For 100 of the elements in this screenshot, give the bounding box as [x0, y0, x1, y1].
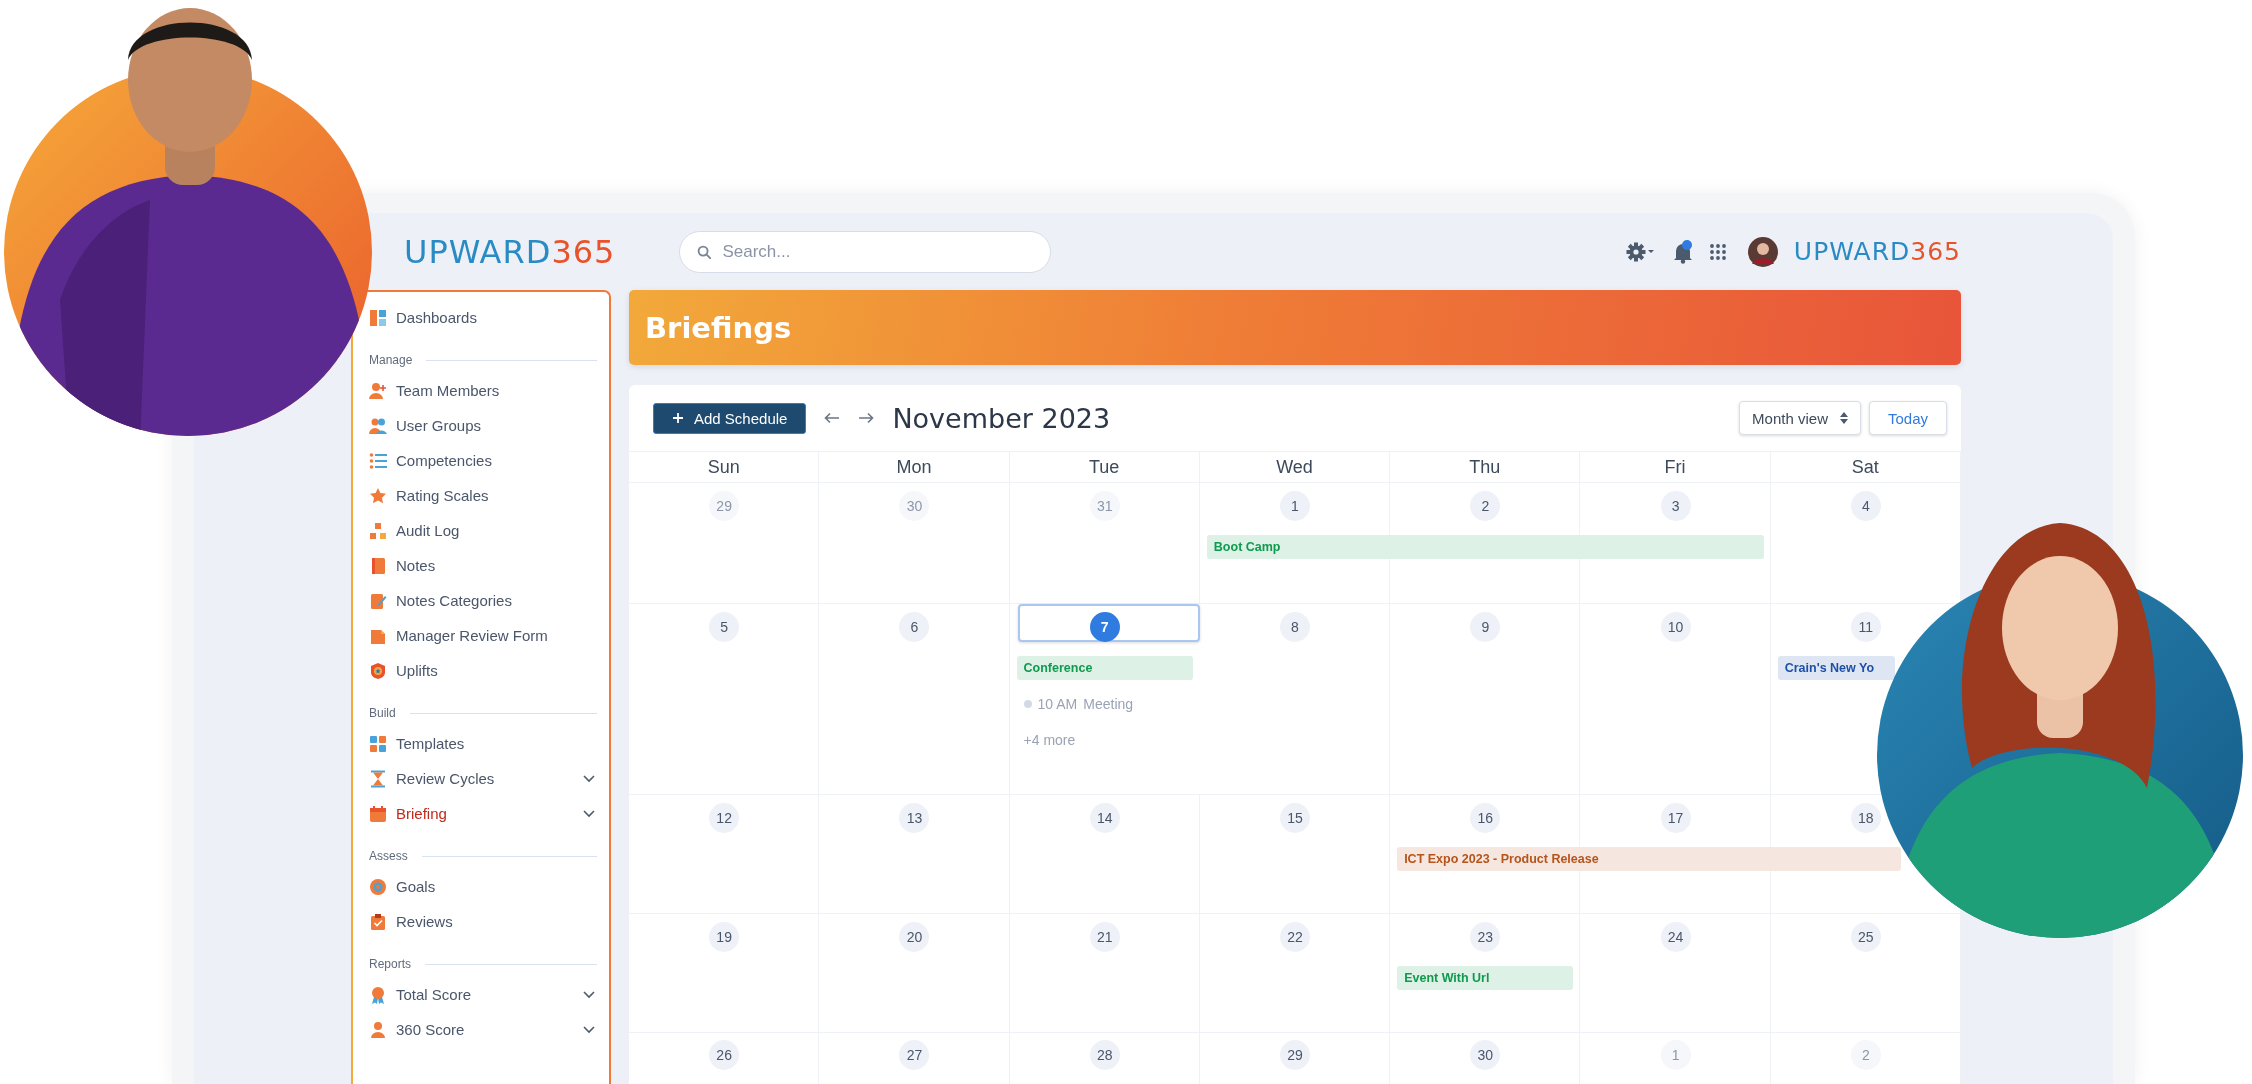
day-number: 11 — [1850, 612, 1881, 642]
day-number: 5 — [709, 612, 740, 642]
weekday-header: Fri — [1664, 456, 1686, 478]
settings-icon[interactable] — [1625, 241, 1656, 262]
day-number: 20 — [899, 922, 930, 952]
chevron-down-icon — [583, 990, 595, 999]
tiles-icon — [369, 734, 387, 753]
day-number: 9 — [1470, 612, 1501, 642]
sidebar-item[interactable]: Team Members — [369, 373, 597, 408]
apps-grid-icon[interactable] — [1709, 243, 1726, 260]
day-number: 1 — [1660, 1039, 1691, 1070]
sidebar-item[interactable]: 360 Score — [369, 1012, 597, 1047]
day-number: 19 — [709, 922, 740, 952]
day-number: 27 — [899, 1039, 930, 1070]
note-edit-icon — [369, 591, 387, 610]
day-number: 30 — [1470, 1039, 1501, 1070]
people-icon — [369, 416, 387, 435]
event-bar[interactable]: Crain's New Yo — [1777, 656, 1895, 680]
day-number: 2 — [1470, 491, 1501, 521]
clipboard-icon — [369, 912, 387, 931]
dashboard-icon — [369, 308, 387, 327]
day-number: 25 — [1850, 922, 1881, 952]
weekday-header: Wed — [1276, 456, 1313, 478]
day-number: 28 — [1089, 1039, 1120, 1070]
day-number: 18 — [1850, 803, 1881, 833]
day-number: 4 — [1850, 491, 1881, 521]
sidebar-item[interactable]: Competencies — [369, 443, 597, 478]
weekday-header: Tue — [1089, 456, 1120, 478]
weekday-header: Mon — [896, 456, 932, 478]
day-number: 2 — [1850, 1039, 1881, 1070]
event-time: 10 AM — [1037, 696, 1078, 712]
section-heading: Reports — [369, 957, 412, 971]
day-number: 29 — [709, 491, 740, 521]
checklist-icon — [369, 451, 387, 470]
sidebar-item[interactable]: Rating Scales — [369, 478, 597, 513]
plus-icon — [672, 412, 684, 424]
day-number: 13 — [899, 803, 930, 833]
target-icon — [369, 877, 387, 896]
search-icon — [697, 244, 713, 260]
sidebar-item[interactable]: Total Score — [369, 977, 597, 1012]
day-number: 22 — [1280, 922, 1310, 952]
sidebar-item[interactable]: Dashboards — [369, 300, 597, 335]
day-number: 16 — [1470, 803, 1501, 833]
day-number: 6 — [899, 612, 930, 642]
section-heading: Assess — [369, 849, 408, 863]
sidebar-item[interactable]: Briefing — [369, 796, 597, 831]
sidebar-item[interactable]: Goals — [369, 869, 597, 904]
day-number: 23 — [1470, 922, 1501, 952]
sidebar-item[interactable]: Reviews — [369, 904, 597, 939]
sort-caret-icon — [1839, 412, 1848, 424]
calendar-icon — [369, 804, 387, 823]
month-title: November 2023 — [892, 402, 1111, 434]
day-number: 21 — [1089, 922, 1120, 952]
day-number: 3 — [1660, 491, 1691, 521]
chevron-down-icon — [583, 1025, 595, 1034]
sidebar-item[interactable]: Manager Review Form — [369, 618, 597, 653]
sidebar-item[interactable]: Notes Categories — [369, 583, 597, 618]
event-bar[interactable]: ICT Expo 2023 - Product Release — [1397, 847, 1901, 871]
sidebar-item[interactable]: Audit Log — [369, 513, 597, 548]
person-icon — [369, 1020, 387, 1039]
day-number: 1 — [1280, 491, 1310, 521]
day-number: 24 — [1660, 922, 1691, 952]
sidebar-item[interactable]: Uplifts — [369, 653, 597, 688]
sidebar-item[interactable]: Notes — [369, 548, 597, 583]
day-number: 15 — [1280, 803, 1310, 833]
view-select[interactable]: Month view — [1739, 401, 1861, 435]
logo: UPWARD365 — [404, 232, 616, 271]
weekday-header: Sat — [1851, 456, 1879, 478]
badge-icon — [369, 661, 387, 680]
medal-icon — [369, 985, 387, 1004]
today-button[interactable]: Today — [1868, 401, 1947, 435]
search-field[interactable]: Search... — [679, 230, 1052, 273]
weekday-header: Thu — [1469, 456, 1501, 478]
day-number: 31 — [1089, 491, 1120, 521]
sidebar-item[interactable]: Templates — [369, 726, 597, 761]
dot-icon — [1023, 700, 1032, 708]
page-title: Briefings — [645, 310, 792, 345]
avatar[interactable] — [1747, 236, 1778, 267]
day-number: 8 — [1280, 612, 1310, 642]
day-number: 30 — [899, 491, 930, 521]
chevron-down-icon — [583, 774, 595, 783]
hierarchy-icon — [369, 521, 387, 540]
brand-logo: UPWARD365 — [1793, 237, 1961, 266]
star-icon — [369, 486, 387, 505]
sidebar-item[interactable]: Review Cycles — [369, 761, 597, 796]
arrow-right-icon[interactable] — [858, 412, 875, 424]
day-number: 17 — [1660, 803, 1691, 833]
section-heading: Build — [369, 706, 396, 720]
day-number: 26 — [709, 1039, 740, 1070]
chevron-down-icon — [583, 809, 595, 818]
person-add-icon — [369, 381, 387, 400]
day-number: 29 — [1280, 1039, 1310, 1070]
hourglass-icon — [369, 769, 387, 788]
notebook-icon — [369, 556, 387, 575]
sidebar-item[interactable]: User Groups — [369, 408, 597, 443]
day-number: 14 — [1089, 803, 1120, 833]
weekday-header: Sun — [707, 456, 740, 478]
add-schedule-button[interactable]: Add Schedule — [653, 402, 807, 434]
arrow-left-icon[interactable] — [824, 412, 841, 424]
section-heading: Manage — [369, 353, 413, 367]
